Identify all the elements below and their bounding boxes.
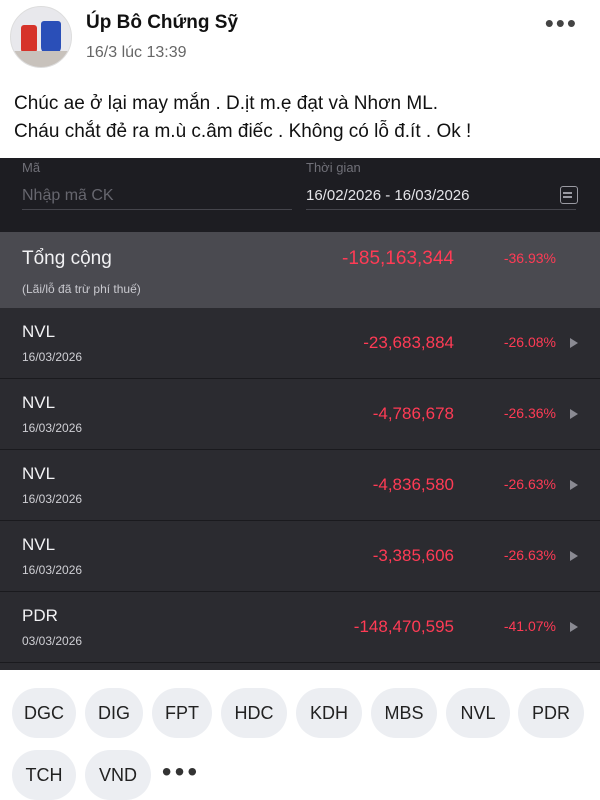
chevron-right-icon[interactable] (570, 338, 578, 348)
tag-dgc[interactable]: DGC (12, 688, 76, 738)
trade-date: 16/03/2026 (22, 350, 83, 364)
tag-pdr[interactable]: PDR (518, 688, 584, 738)
avatar-image-blue-cup (41, 21, 61, 55)
trade-value: -148,470,595 (353, 617, 454, 636)
trade-date: 16/03/2026 (22, 492, 83, 506)
trade-percent: -26.63% (503, 476, 556, 492)
total-value: -185,163,344 (342, 248, 454, 269)
trade-value: -3,385,606 (372, 546, 454, 565)
tag-fpt[interactable]: FPT (152, 688, 212, 738)
stock-code: NVL (22, 535, 56, 554)
post-text-line: Cháu chắt đẻ ra m.ù c.âm điếc . Không có… (14, 121, 472, 142)
post-header: Úp Bô Chứng Sỹ 16/3 lúc 13:39 ••• (0, 0, 600, 80)
more-options-icon[interactable]: ••• (545, 8, 578, 39)
tag-kdh[interactable]: KDH (296, 688, 362, 738)
avatar[interactable] (10, 6, 72, 68)
trade-date: 16/03/2026 (22, 421, 83, 435)
trade-row[interactable]: NVL 16/03/2026 -4,786,678 -26.36% (0, 379, 600, 450)
total-note: (Lãi/lỗ đã trừ phí thuế) (22, 282, 141, 296)
trade-percent: -41.07% (503, 618, 556, 634)
trade-row[interactable]: NVL 16/03/2026 -23,683,884 -26.08% (0, 308, 600, 379)
tag-tch[interactable]: TCH (12, 750, 76, 800)
trade-row[interactable]: PDR 03/03/2026 -148,470,595 -41.07% (0, 592, 600, 663)
trade-value: -4,786,678 (372, 404, 454, 423)
calendar-icon[interactable] (560, 186, 578, 204)
trade-percent: -26.36% (503, 405, 556, 421)
chevron-right-icon[interactable] (570, 409, 578, 419)
author-name[interactable]: Úp Bô Chứng Sỹ (86, 12, 238, 34)
tag-vnd[interactable]: VND (85, 750, 151, 800)
trade-row[interactable]: NVL 16/03/2026 -3,385,606 -26.63% (0, 521, 600, 592)
tag-mbs[interactable]: MBS (371, 688, 437, 738)
chevron-right-icon[interactable] (570, 622, 578, 632)
trade-date: 16/03/2026 (22, 563, 83, 577)
total-label: Tổng cộng (22, 248, 112, 269)
code-label: Mã (22, 160, 41, 175)
post-timestamp[interactable]: 16/3 lúc 13:39 (86, 44, 187, 62)
trade-row[interactable]: NVL 16/03/2026 -4,836,580 -26.63% (0, 450, 600, 521)
stock-code: NVL (22, 464, 56, 483)
tag-nvl[interactable]: NVL (446, 688, 510, 738)
avatar-image-base (11, 51, 71, 67)
trade-value: -4,836,580 (372, 475, 454, 494)
filter-bar: Mã Nhập mã CK Thời gian 16/02/2026 - 16/… (0, 158, 600, 232)
total-percent: -36.93% (503, 250, 556, 266)
trade-percent: -26.08% (503, 334, 556, 350)
more-tags-icon[interactable]: ••• (158, 750, 204, 800)
total-row: Tổng cộng (Lãi/lỗ đã trừ phí thuế) -185,… (0, 232, 600, 308)
tag-dig[interactable]: DIG (85, 688, 143, 738)
trade-value: -23,683,884 (363, 333, 454, 352)
stock-code: NVL (22, 393, 56, 412)
chevron-right-icon[interactable] (570, 480, 578, 490)
post-body: Chúc ae ở lại may mắn . D.ịt m.ẹ đạt và … (14, 90, 589, 146)
post-text-line: Chúc ae ở lại may mắn . D.ịt m.ẹ đạt và … (14, 93, 439, 114)
chevron-right-icon[interactable] (570, 551, 578, 561)
time-label: Thời gian (306, 160, 361, 175)
profit-loss-screenshot: Mã Nhập mã CK Thời gian 16/02/2026 - 16/… (0, 158, 600, 670)
stock-code: NVL (22, 322, 56, 341)
date-range-field[interactable]: 16/02/2026 - 16/03/2026 (306, 185, 576, 210)
trade-percent: -26.63% (503, 547, 556, 563)
tag-hdc[interactable]: HDC (221, 688, 287, 738)
stock-code: PDR (22, 606, 58, 625)
stock-code-input[interactable]: Nhập mã CK (22, 185, 292, 210)
trade-date: 03/03/2026 (22, 634, 83, 648)
